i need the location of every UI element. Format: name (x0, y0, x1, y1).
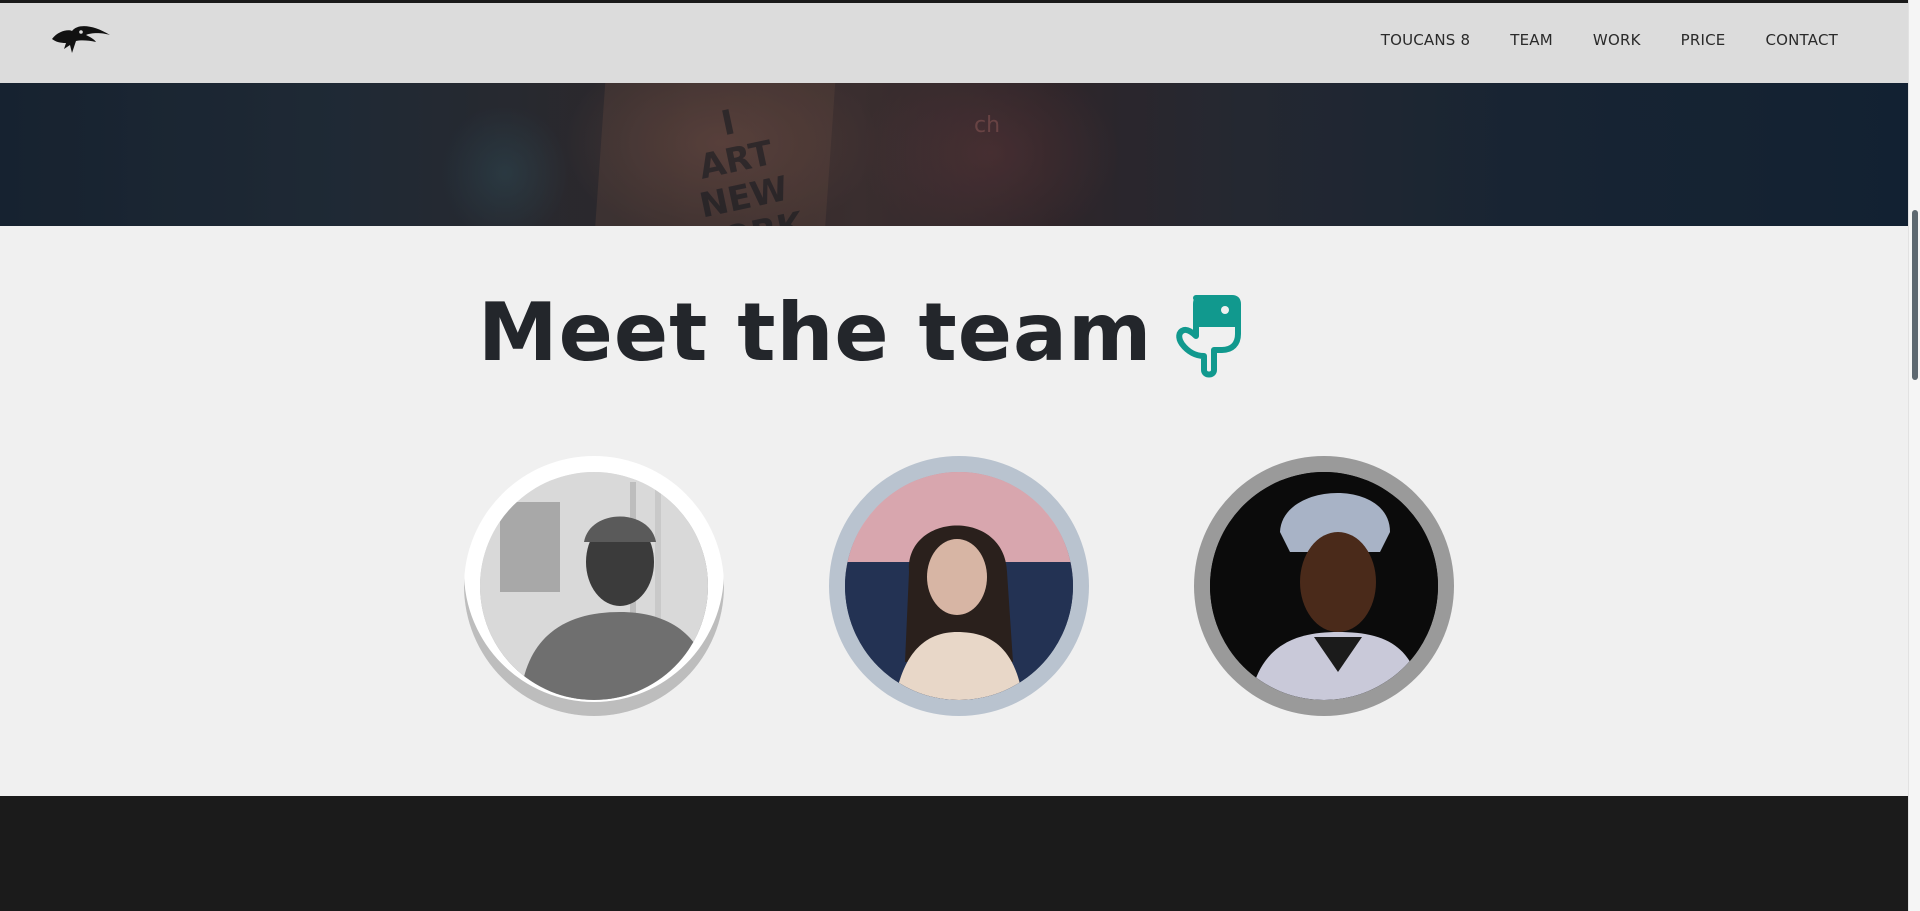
nav-link-work[interactable]: WORK (1593, 31, 1641, 49)
member-photo-2 (845, 472, 1073, 700)
pointing-down-hand-icon (1170, 294, 1242, 378)
hero-shade (0, 83, 1908, 226)
team-member-3-avatar[interactable] (1194, 456, 1454, 716)
team-heading: Meet the team (478, 286, 1242, 379)
dark-footer-section (0, 796, 1908, 911)
team-member-2-avatar[interactable] (829, 456, 1089, 716)
hero-banner-image: I ART NEW YORK ch (0, 83, 1908, 226)
team-section: Meet the team (0, 226, 1908, 796)
nav-link-price[interactable]: PRICE (1681, 31, 1726, 49)
nav-link-contact[interactable]: CONTACT (1765, 31, 1838, 49)
member-photo-3 (1210, 472, 1438, 700)
nav-link-toucans[interactable]: TOUCANS 8 (1381, 31, 1471, 49)
main-nav: TOUCANS 8 TEAM WORK PRICE CONTACT (1341, 3, 1838, 77)
team-title: Meet the team (478, 286, 1153, 379)
team-member-1-avatar[interactable] (464, 456, 724, 716)
toucan-logo-icon[interactable] (50, 19, 112, 59)
member-photo-1 (480, 472, 708, 700)
page-scrollbar[interactable] (1908, 0, 1920, 911)
nav-link-team[interactable]: TEAM (1510, 31, 1553, 49)
navbar: TOUCANS 8 TEAM WORK PRICE CONTACT (0, 3, 1908, 83)
scrollbar-thumb[interactable] (1912, 210, 1918, 380)
